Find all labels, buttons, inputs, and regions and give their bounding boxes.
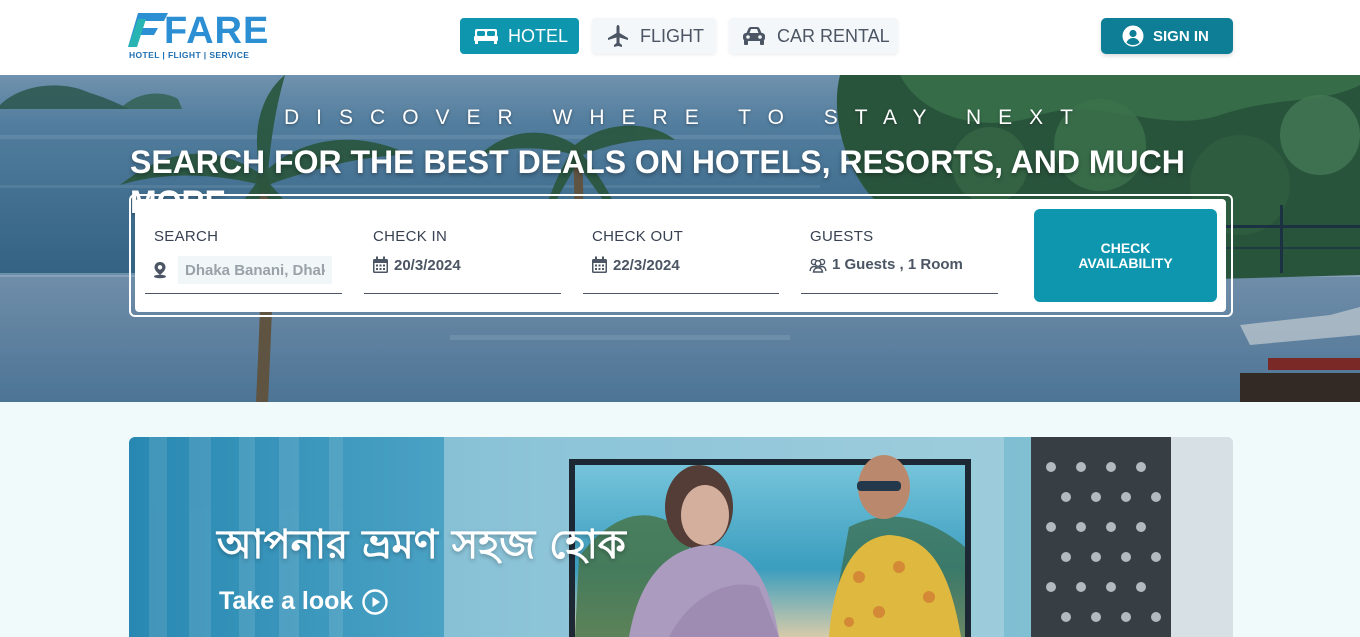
check-out-label: CHECK OUT [592,228,684,245]
calendar-icon [591,256,608,274]
tab-hotel[interactable]: HOTEL [460,18,579,54]
bed-icon [474,28,498,44]
guests-underline [801,293,998,294]
check-in-label: CHECK IN [373,228,448,245]
airplane-icon [606,24,630,48]
check-out-value: 22/3/2024 [613,256,680,274]
take-a-look-link[interactable]: Take a look [219,587,389,616]
guests-label: GUESTS [810,228,874,245]
check-in-value: 20/3/2024 [394,256,461,274]
guests-icon [809,257,827,273]
tab-car-rental[interactable]: CAR RENTAL [729,18,898,54]
hotel-search-form: SEARCH CHECK IN 20/3/2024 CHECK OUT 22/3… [135,199,1226,312]
tab-flight[interactable]: FLIGHT [592,18,716,54]
check-in-field[interactable]: CHECK IN 20/3/2024 [364,199,561,294]
location-underline [145,293,342,294]
guests-field[interactable]: GUESTS 1 Guests , 1 Room [801,199,998,294]
promo-title: আপনার ভ্রমণ সহজ হোক [217,522,626,568]
location-label: SEARCH [154,228,219,245]
sign-in-label: SIGN IN [1153,27,1209,45]
logo-tagline: HOTEL | FLIGHT | SERVICE [129,50,250,60]
check-in-underline [364,293,561,294]
sign-in-button[interactable]: SIGN IN [1101,18,1233,54]
location-pin-icon [153,261,167,279]
tab-flight-label: FLIGHT [640,25,705,46]
take-a-look-label: Take a look [219,587,354,615]
check-out-underline [583,293,779,294]
calendar-icon [372,256,389,274]
location-input[interactable] [178,256,332,284]
hero-kicker: DISCOVER WHERE TO STAY NEXT [284,106,1090,129]
guests-value: 1 Guests , 1 Room [832,256,963,273]
user-circle-icon [1122,25,1144,47]
tab-car-rental-label: CAR RENTAL [777,25,890,46]
play-circle-icon [362,588,389,615]
check-availability-button[interactable]: CHECK AVAILABILITY [1034,209,1217,302]
tab-hotel-label: HOTEL [508,25,569,46]
promo-banner[interactable]: আপনার ভ্রমণ সহজ হোক Take a look [129,437,1233,637]
fare-logo[interactable]: FARE HOTEL | FLIGHT | SERVICE [128,11,268,63]
location-field[interactable]: SEARCH [145,199,342,294]
logo-wordmark: FARE [164,10,270,52]
top-navbar: FARE HOTEL | FLIGHT | SERVICE HOTEL FLIG… [0,0,1360,75]
car-icon [741,26,767,46]
check-availability-label: CHECK AVAILABILITY [1078,239,1173,271]
check-out-field[interactable]: CHECK OUT 22/3/2024 [583,199,779,294]
